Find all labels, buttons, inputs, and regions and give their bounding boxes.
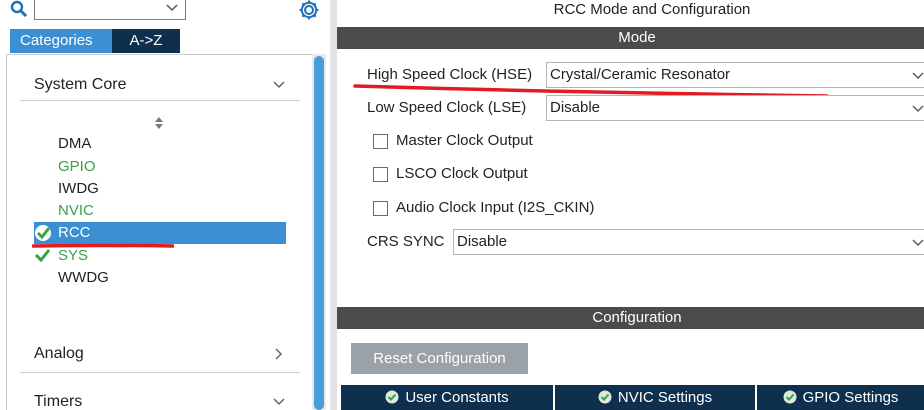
left-pane: Categories A->Z System Core DMA GPIO IWD… [0, 0, 330, 410]
tree-item-label: RCC [58, 224, 91, 241]
tab-label: GPIO Settings [802, 389, 899, 406]
chevron-right-icon[interactable] [272, 347, 286, 361]
pane-divider[interactable] [330, 0, 337, 410]
tree-item-label: GPIO [58, 158, 96, 175]
check-icon [35, 225, 51, 241]
crs-value: Disable [457, 233, 508, 250]
mco-label: Master Clock Output [396, 132, 533, 149]
view-tabs: Categories A->Z [10, 29, 180, 53]
audio-clock-label: Audio Clock Input (I2S_CKIN) [396, 199, 595, 216]
tab-gpio-settings[interactable]: GPIO Settings [757, 385, 924, 410]
ok-icon [783, 390, 797, 404]
tab-user-constants[interactable]: User Constants [341, 385, 555, 410]
tree-scrollbar-thumb[interactable] [314, 56, 324, 410]
group-divider [20, 372, 300, 373]
tab-label: User Constants [405, 389, 509, 406]
page-title: RCC Mode and Configuration [553, 1, 751, 18]
group-system-core[interactable]: System Core [20, 72, 300, 98]
tree-item-label: DMA [58, 135, 92, 152]
sort-icon[interactable] [153, 116, 165, 130]
search-icon[interactable] [10, 0, 28, 18]
audio-clock-checkbox[interactable] [373, 201, 388, 216]
ok-icon [598, 390, 612, 404]
group-label: Analog [34, 345, 84, 362]
ok-icon [385, 390, 399, 404]
gear-icon[interactable] [298, 0, 320, 21]
lse-value: Disable [550, 99, 601, 116]
configuration-header: Configuration [337, 307, 924, 329]
group-label: System Core [34, 76, 127, 93]
chevron-down-icon [912, 239, 924, 246]
mco-checkbox[interactable] [373, 134, 388, 149]
lsco-row: LSCO Clock Output [373, 164, 673, 186]
tree-item-rcc[interactable]: RCC [34, 222, 286, 244]
chevron-down-icon[interactable] [272, 395, 286, 409]
tree-item-label: IWDG [58, 180, 99, 197]
lsco-checkbox[interactable] [373, 167, 388, 182]
tree-item-label: NVIC [58, 202, 94, 219]
chevron-down-icon [912, 105, 924, 112]
tree-item-wwdg[interactable]: WWDG [34, 267, 286, 289]
group-divider [20, 100, 300, 101]
tree-item-dma[interactable]: DMA [34, 133, 286, 155]
group-timers[interactable]: Timers [20, 389, 300, 410]
annotation-underline [32, 243, 174, 248]
check-icon [34, 249, 51, 263]
tab-a-to-z[interactable]: A->Z [112, 29, 180, 53]
lse-label: Low Speed Clock (LSE) [367, 99, 527, 116]
group-label: Timers [34, 393, 83, 410]
tree-item-nvic[interactable]: NVIC [34, 200, 286, 222]
tab-categories[interactable]: Categories [10, 29, 112, 53]
chevron-down-icon [912, 72, 924, 79]
crs-label: CRS SYNC [367, 233, 445, 250]
chevron-down-icon[interactable] [272, 78, 286, 92]
tree-item-label: WWDG [58, 269, 109, 286]
tree-item-iwdg[interactable]: IWDG [34, 178, 286, 200]
crs-select[interactable]: Disable [453, 229, 924, 255]
chevron-down-icon[interactable] [165, 1, 179, 15]
lse-row: Low Speed Clock (LSE) Disable [367, 95, 924, 121]
lse-select[interactable]: Disable [546, 95, 924, 121]
reset-configuration-button[interactable]: Reset Configuration [351, 343, 528, 374]
group-analog[interactable]: Analog [20, 341, 300, 367]
audio-row: Audio Clock Input (I2S_CKIN) [373, 198, 673, 220]
mode-header: Mode [337, 27, 924, 49]
tree-item-gpio[interactable]: GPIO [34, 156, 286, 178]
mco-row: Master Clock Output [373, 131, 673, 153]
search-input[interactable] [34, 0, 186, 20]
lsco-label: LSCO Clock Output [396, 165, 528, 182]
crs-row: CRS SYNC Disable [367, 229, 924, 255]
tab-nvic-settings[interactable]: NVIC Settings [555, 385, 757, 410]
tab-label: NVIC Settings [617, 389, 713, 406]
right-pane: RCC Mode and Configuration Mode High Spe… [337, 0, 924, 410]
